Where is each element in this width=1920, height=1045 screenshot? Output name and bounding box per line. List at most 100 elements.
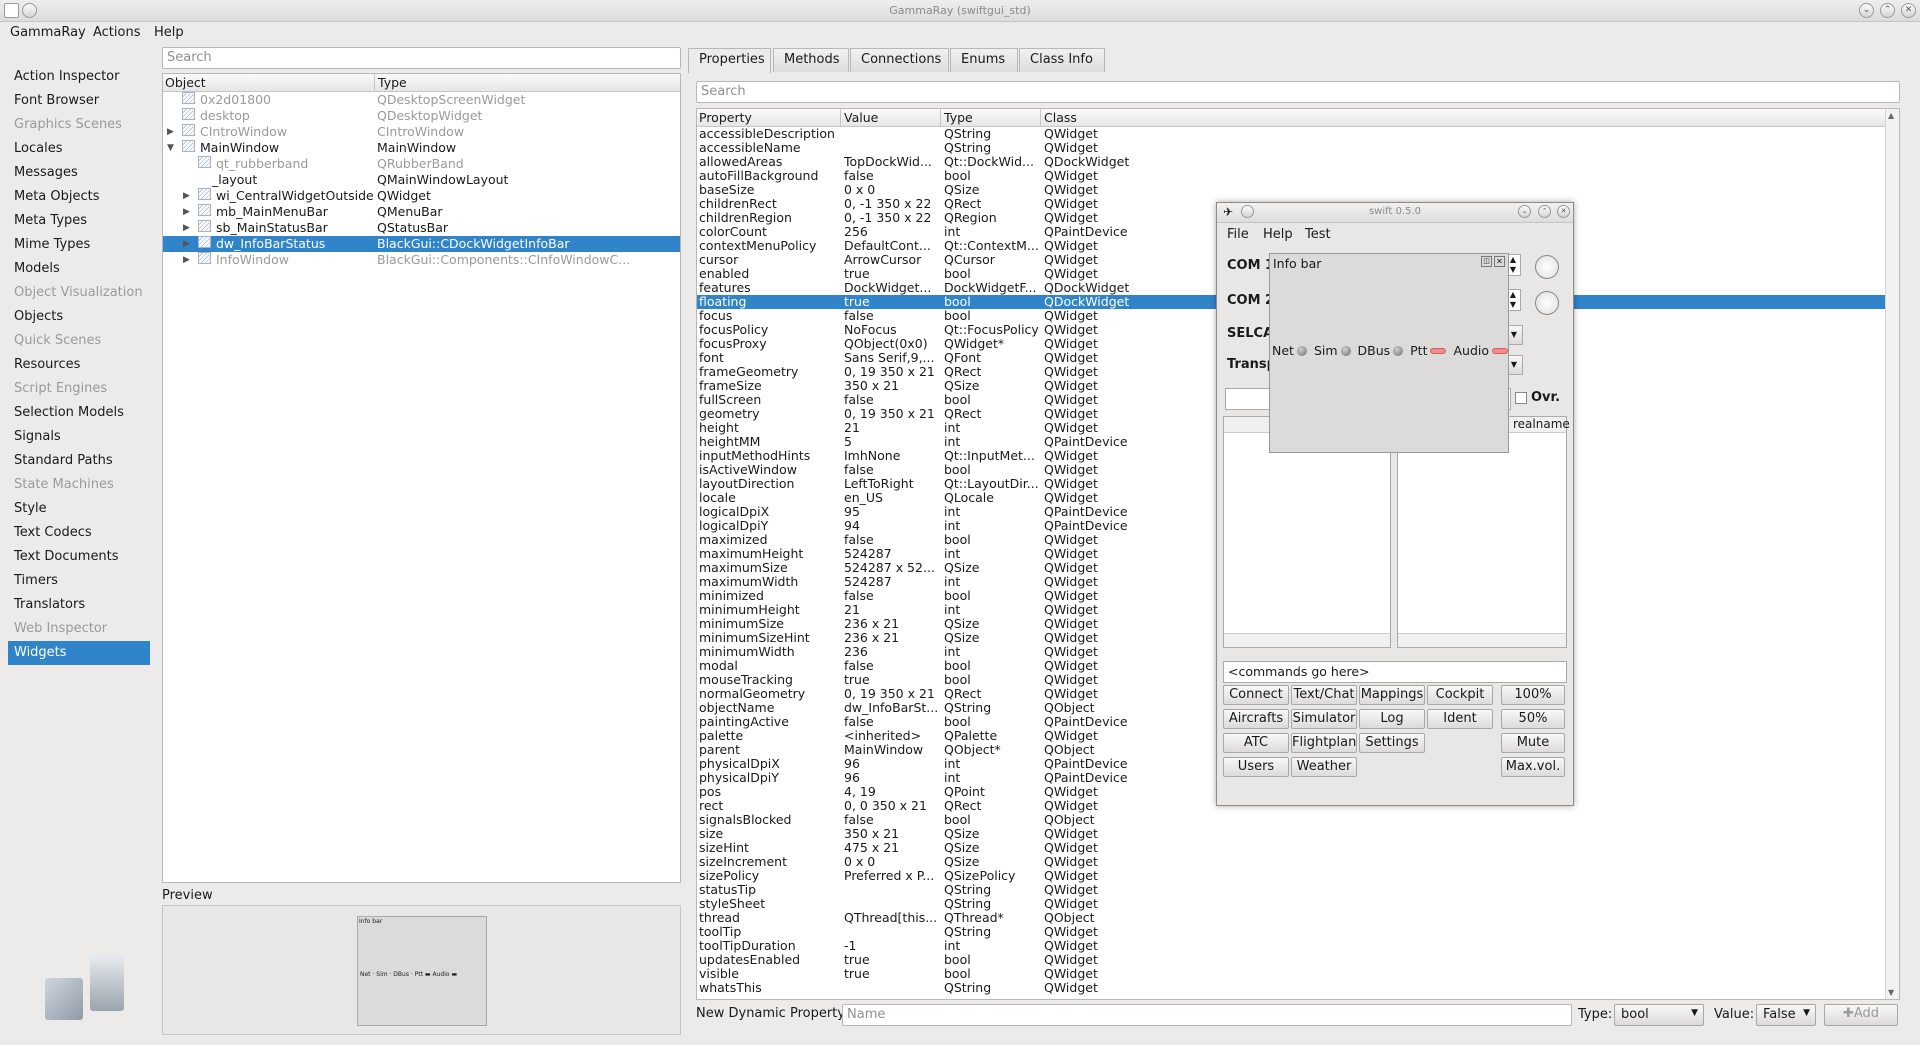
dynamic-property-name-input[interactable]: Name bbox=[842, 1004, 1572, 1026]
connect-button[interactable]: Connect bbox=[1223, 685, 1289, 705]
nav-item-signals[interactable]: Signals bbox=[8, 425, 150, 449]
column-property[interactable]: Property bbox=[699, 110, 752, 125]
swift-menu-test[interactable]: Test bbox=[1305, 227, 1331, 242]
column-value[interactable]: Value bbox=[840, 109, 881, 126]
expand-arrow-icon[interactable]: ▶ bbox=[183, 207, 190, 217]
realname-column[interactable]: realname bbox=[1508, 417, 1570, 431]
maximize-icon[interactable]: ⌃ bbox=[1538, 205, 1551, 218]
object-tree-row[interactable]: ▶ sb_MainStatusBar QStatusBar bbox=[163, 220, 680, 236]
property-row[interactable]: styleSheet QString QWidget bbox=[697, 897, 1899, 911]
simulator-button[interactable]: Simulator bbox=[1291, 709, 1357, 729]
property-row[interactable]: autoFillBackground false bool QWidget bbox=[697, 169, 1899, 183]
nav-item-meta-objects[interactable]: Meta Objects bbox=[8, 185, 150, 209]
cockpit-button[interactable]: Cockpit bbox=[1427, 685, 1493, 705]
expand-arrow-icon[interactable]: ▶ bbox=[183, 191, 190, 201]
object-tree-row[interactable]: ▶ InfoWindow BlackGui::Components::CInfoWi… bbox=[163, 252, 680, 268]
command-input[interactable]: <commands go here> bbox=[1223, 661, 1567, 683]
object-tree[interactable]: Object Type 0x2d01800 QDesktopScreenWidge… bbox=[162, 73, 681, 883]
menu-gammaray[interactable]: GammaRay bbox=[10, 25, 86, 40]
swift-menu-file[interactable]: File bbox=[1227, 227, 1249, 242]
property-row[interactable]: accessibleName QString QWidget bbox=[697, 141, 1899, 155]
property-row[interactable]: toolTipDuration -1 int QWidget bbox=[697, 939, 1899, 953]
property-row[interactable]: whatsThis QString QWidget bbox=[697, 981, 1899, 995]
tab-connections[interactable]: Connections bbox=[850, 48, 949, 72]
float-icon[interactable]: ◫ bbox=[1481, 256, 1492, 267]
property-row[interactable]: accessibleDescription QString QWidget bbox=[697, 127, 1899, 141]
tab-class-info[interactable]: Class Info bbox=[1019, 48, 1105, 72]
column-object[interactable]: Object bbox=[165, 75, 206, 90]
nav-item-objects[interactable]: Objects bbox=[8, 305, 150, 329]
nav-item-models[interactable]: Models bbox=[8, 257, 150, 281]
property-scrollbar[interactable]: ▲ ▼ bbox=[1885, 109, 1899, 999]
nav-item-font-browser[interactable]: Font Browser bbox=[8, 89, 150, 113]
property-row[interactable]: signalsBlocked false bool QObject bbox=[697, 813, 1899, 827]
property-row[interactable]: allowedAreas TopDockWid... Qt::DockWid... Q… bbox=[697, 155, 1899, 169]
property-row[interactable]: sizePolicy Preferred x P... QSizePolicy QWi… bbox=[697, 869, 1899, 883]
nav-item-style[interactable]: Style bbox=[8, 497, 150, 521]
settings-button[interactable]: Settings bbox=[1359, 733, 1425, 753]
tab-methods[interactable]: Methods bbox=[773, 48, 849, 72]
dynamic-value-select[interactable]: False ▼ bbox=[1756, 1004, 1816, 1026]
column-class[interactable]: Class bbox=[1040, 109, 1080, 126]
column-type[interactable]: Type bbox=[940, 109, 976, 126]
textchat-button[interactable]: Text/Chat bbox=[1291, 685, 1357, 705]
volume-50-button[interactable]: 50% bbox=[1501, 709, 1565, 729]
nav-item-mime-types[interactable]: Mime Types bbox=[8, 233, 150, 257]
users-button[interactable]: Users bbox=[1223, 757, 1289, 777]
mute-button[interactable]: Mute bbox=[1501, 733, 1565, 753]
object-tree-row[interactable]: ▶ wi_CentralWidgetOutside QWidget bbox=[163, 188, 680, 204]
object-tree-row[interactable]: ▼ MainWindow MainWindow bbox=[163, 140, 680, 156]
nav-item-resources[interactable]: Resources bbox=[8, 353, 150, 377]
add-property-button[interactable]: ✚Add bbox=[1824, 1004, 1898, 1026]
object-tree-row[interactable]: desktop QDesktopWidget bbox=[163, 108, 680, 124]
property-row[interactable]: statusTip QString QWidget bbox=[697, 883, 1899, 897]
menu-help[interactable]: Help bbox=[154, 25, 184, 40]
log-button[interactable]: Log bbox=[1359, 709, 1425, 729]
close-icon[interactable]: ✕ bbox=[1901, 3, 1916, 18]
object-tree-row[interactable]: 0x2d01800 QDesktopScreenWidget bbox=[163, 92, 680, 108]
aircrafts-button[interactable]: Aircrafts bbox=[1223, 709, 1289, 729]
property-row[interactable]: toolTip QString QWidget bbox=[697, 925, 1899, 939]
mappings-button[interactable]: Mappings bbox=[1359, 685, 1425, 705]
object-tree-row[interactable]: ▶ dw_InfoBarStatus BlackGui::CDockWidgetIn… bbox=[163, 236, 680, 252]
minimize-icon[interactable]: ⌄ bbox=[1859, 3, 1874, 18]
atc-button[interactable]: ATC bbox=[1223, 733, 1289, 753]
com1-volume-knob[interactable] bbox=[1535, 255, 1559, 279]
property-row[interactable]: visible true bool QWidget bbox=[697, 967, 1899, 981]
close-icon[interactable]: ✕ bbox=[1494, 256, 1505, 267]
property-row[interactable]: sizeHint 475 x 21 QSize QWidget bbox=[697, 841, 1899, 855]
object-tree-row[interactable]: qt_rubberband QRubberBand bbox=[163, 156, 680, 172]
volume-100-button[interactable]: 100% bbox=[1501, 685, 1565, 705]
object-tree-row[interactable]: ▶ CIntroWindow CIntroWindow bbox=[163, 124, 680, 140]
menu-actions[interactable]: Actions bbox=[93, 25, 141, 40]
tab-enums[interactable]: Enums bbox=[950, 48, 1018, 72]
dynamic-type-select[interactable]: bool ▼ bbox=[1614, 1004, 1704, 1026]
weather-button[interactable]: Weather bbox=[1291, 757, 1357, 777]
nav-item-action-inspector[interactable]: Action Inspector bbox=[8, 65, 150, 89]
nav-item-standard-paths[interactable]: Standard Paths bbox=[8, 449, 150, 473]
max-volume-button[interactable]: Max.vol. bbox=[1501, 757, 1565, 777]
nav-item-locales[interactable]: Locales bbox=[8, 137, 150, 161]
ident-button[interactable]: Ident bbox=[1427, 709, 1493, 729]
object-tree-row[interactable]: ▶ mb_MainMenuBar QMenuBar bbox=[163, 204, 680, 220]
expand-arrow-icon[interactable]: ▶ bbox=[183, 239, 190, 249]
override-checkbox[interactable] bbox=[1515, 392, 1527, 404]
flightplan-button[interactable]: Flightplan bbox=[1291, 733, 1357, 753]
nav-item-selection-models[interactable]: Selection Models bbox=[8, 401, 150, 425]
nav-item-translators[interactable]: Translators bbox=[8, 593, 150, 617]
close-icon[interactable]: ✕ bbox=[1557, 205, 1570, 218]
object-search-input[interactable]: Search bbox=[162, 47, 681, 69]
object-tree-row[interactable]: _layout QMainWindowLayout bbox=[163, 172, 680, 188]
com2-volume-knob[interactable] bbox=[1535, 291, 1559, 315]
tab-properties[interactable]: Properties bbox=[688, 48, 771, 73]
nav-item-meta-types[interactable]: Meta Types bbox=[8, 209, 150, 233]
collapse-arrow-icon[interactable]: ▼ bbox=[167, 143, 174, 153]
property-row[interactable]: size 350 x 21 QSize QWidget bbox=[697, 827, 1899, 841]
column-type[interactable]: Type bbox=[374, 74, 407, 91]
nav-item-widgets[interactable]: Widgets bbox=[8, 641, 150, 665]
nav-item-timers[interactable]: Timers bbox=[8, 569, 150, 593]
swift-menu-help[interactable]: Help bbox=[1263, 227, 1293, 242]
horizontal-scrollbar[interactable] bbox=[1224, 633, 1390, 647]
property-search-input[interactable]: Search bbox=[696, 81, 1900, 103]
expand-arrow-icon[interactable]: ▶ bbox=[183, 255, 190, 265]
